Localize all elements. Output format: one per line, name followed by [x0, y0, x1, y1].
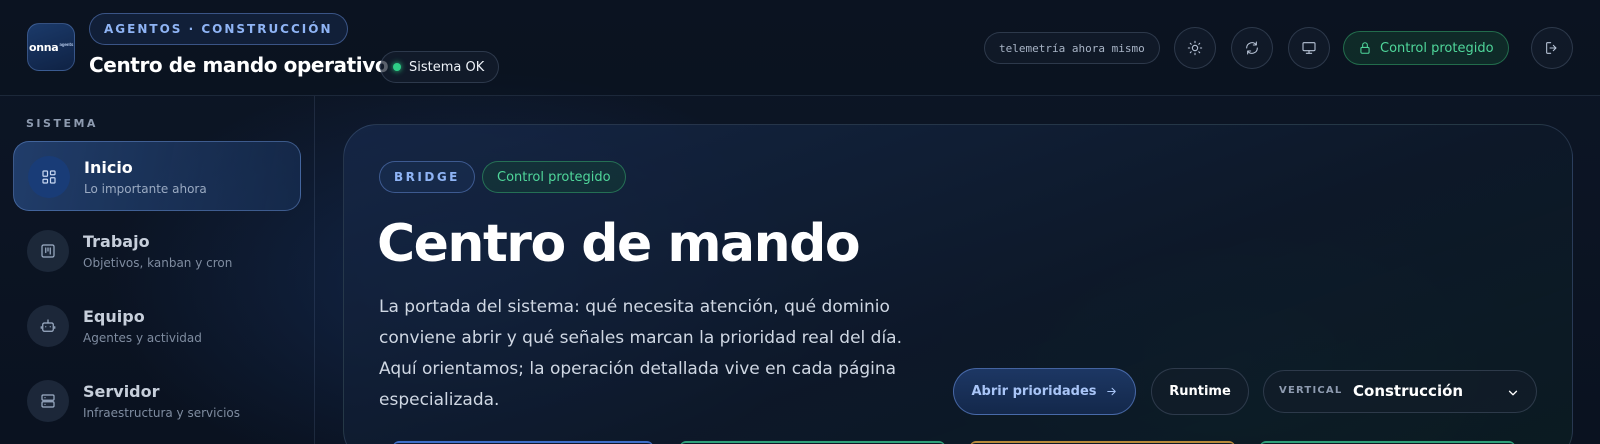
telemetry-badge: telemetría ahora mismo: [984, 32, 1160, 64]
app-kicker: AGENTOS · CONSTRUCCIÓN: [89, 13, 348, 45]
page-title: Centro de mando: [377, 214, 861, 274]
robot-icon: [40, 319, 56, 332]
app-title: Centro de mando operativo: [89, 53, 389, 77]
control-protected-label: Control protegido: [1380, 40, 1494, 56]
system-status-badge[interactable]: Sistema OK: [380, 51, 500, 83]
arrow-right-icon: [1106, 387, 1116, 396]
sidebar-item-title: Trabajo: [83, 232, 150, 251]
control-protected-badge[interactable]: Control protegido: [1343, 31, 1509, 65]
sidebar-item-equipo[interactable]: Equipo Agentes y actividad: [13, 291, 301, 361]
sidebar-item-trabajo[interactable]: Trabajo Objetivos, kanban y cron: [13, 216, 301, 286]
system-status-label: Sistema OK: [409, 59, 485, 75]
nav-icon-wrap: [27, 305, 69, 347]
bridge-tag: BRIDGE: [379, 161, 475, 193]
sidebar-item-inicio[interactable]: Inicio Lo importante ahora: [13, 141, 301, 211]
control-protected-tag: Control protegido: [482, 161, 626, 193]
monitor-icon: [1302, 42, 1316, 54]
nav-icon-wrap: [27, 230, 69, 272]
sidebar-item-subtitle: Objetivos, kanban y cron: [83, 256, 233, 270]
logout-button[interactable]: [1531, 27, 1573, 69]
app-logo[interactable]: onnaagents: [27, 23, 75, 71]
sidebar-item-subtitle: Infraestructura y servicios: [83, 406, 240, 420]
nav-icon-wrap: [28, 156, 70, 198]
sidebar: SISTEMA Inicio Lo importante ahora Traba…: [0, 96, 315, 444]
open-priorities-button[interactable]: Abrir prioridades: [953, 368, 1136, 415]
sun-icon: [1187, 40, 1203, 56]
sidebar-item-subtitle: Lo importante ahora: [84, 182, 207, 196]
sidebar-item-servidor[interactable]: Servidor Infraestructura y servicios: [13, 366, 301, 436]
logo-text: onnaagents: [28, 40, 74, 54]
kanban-icon: [41, 244, 55, 258]
top-header: onnaagents AGENTOS · CONSTRUCCIÓN Centro…: [0, 0, 1600, 96]
sidebar-item-title: Inicio: [84, 158, 133, 177]
status-dot-icon: [393, 63, 401, 71]
open-priorities-label: Abrir prioridades: [971, 384, 1097, 399]
runtime-button[interactable]: Runtime: [1151, 368, 1249, 415]
server-icon: [41, 394, 55, 408]
nav-icon-wrap: [27, 380, 69, 422]
theme-toggle-button[interactable]: [1174, 27, 1216, 69]
chevron-down-icon: [1506, 385, 1520, 399]
vertical-select[interactable]: VERTICAL Construcción: [1263, 370, 1537, 413]
sidebar-item-title: Equipo: [83, 307, 145, 326]
grid-icon: [42, 170, 56, 184]
vertical-select-value: Construcción: [1353, 382, 1464, 400]
sidebar-item-subtitle: Agentes y actividad: [83, 331, 202, 345]
sidebar-section-heading: SISTEMA: [26, 117, 98, 130]
presentation-mode-button[interactable]: [1288, 27, 1330, 69]
logout-icon: [1546, 42, 1557, 54]
vertical-select-label: VERTICAL: [1279, 385, 1343, 396]
lock-icon: [1360, 42, 1370, 54]
page-description: La portada del sistema: qué necesita ate…: [379, 297, 902, 410]
sidebar-item-title: Servidor: [83, 382, 160, 401]
refresh-icon: [1246, 41, 1258, 55]
refresh-button[interactable]: [1231, 27, 1273, 69]
